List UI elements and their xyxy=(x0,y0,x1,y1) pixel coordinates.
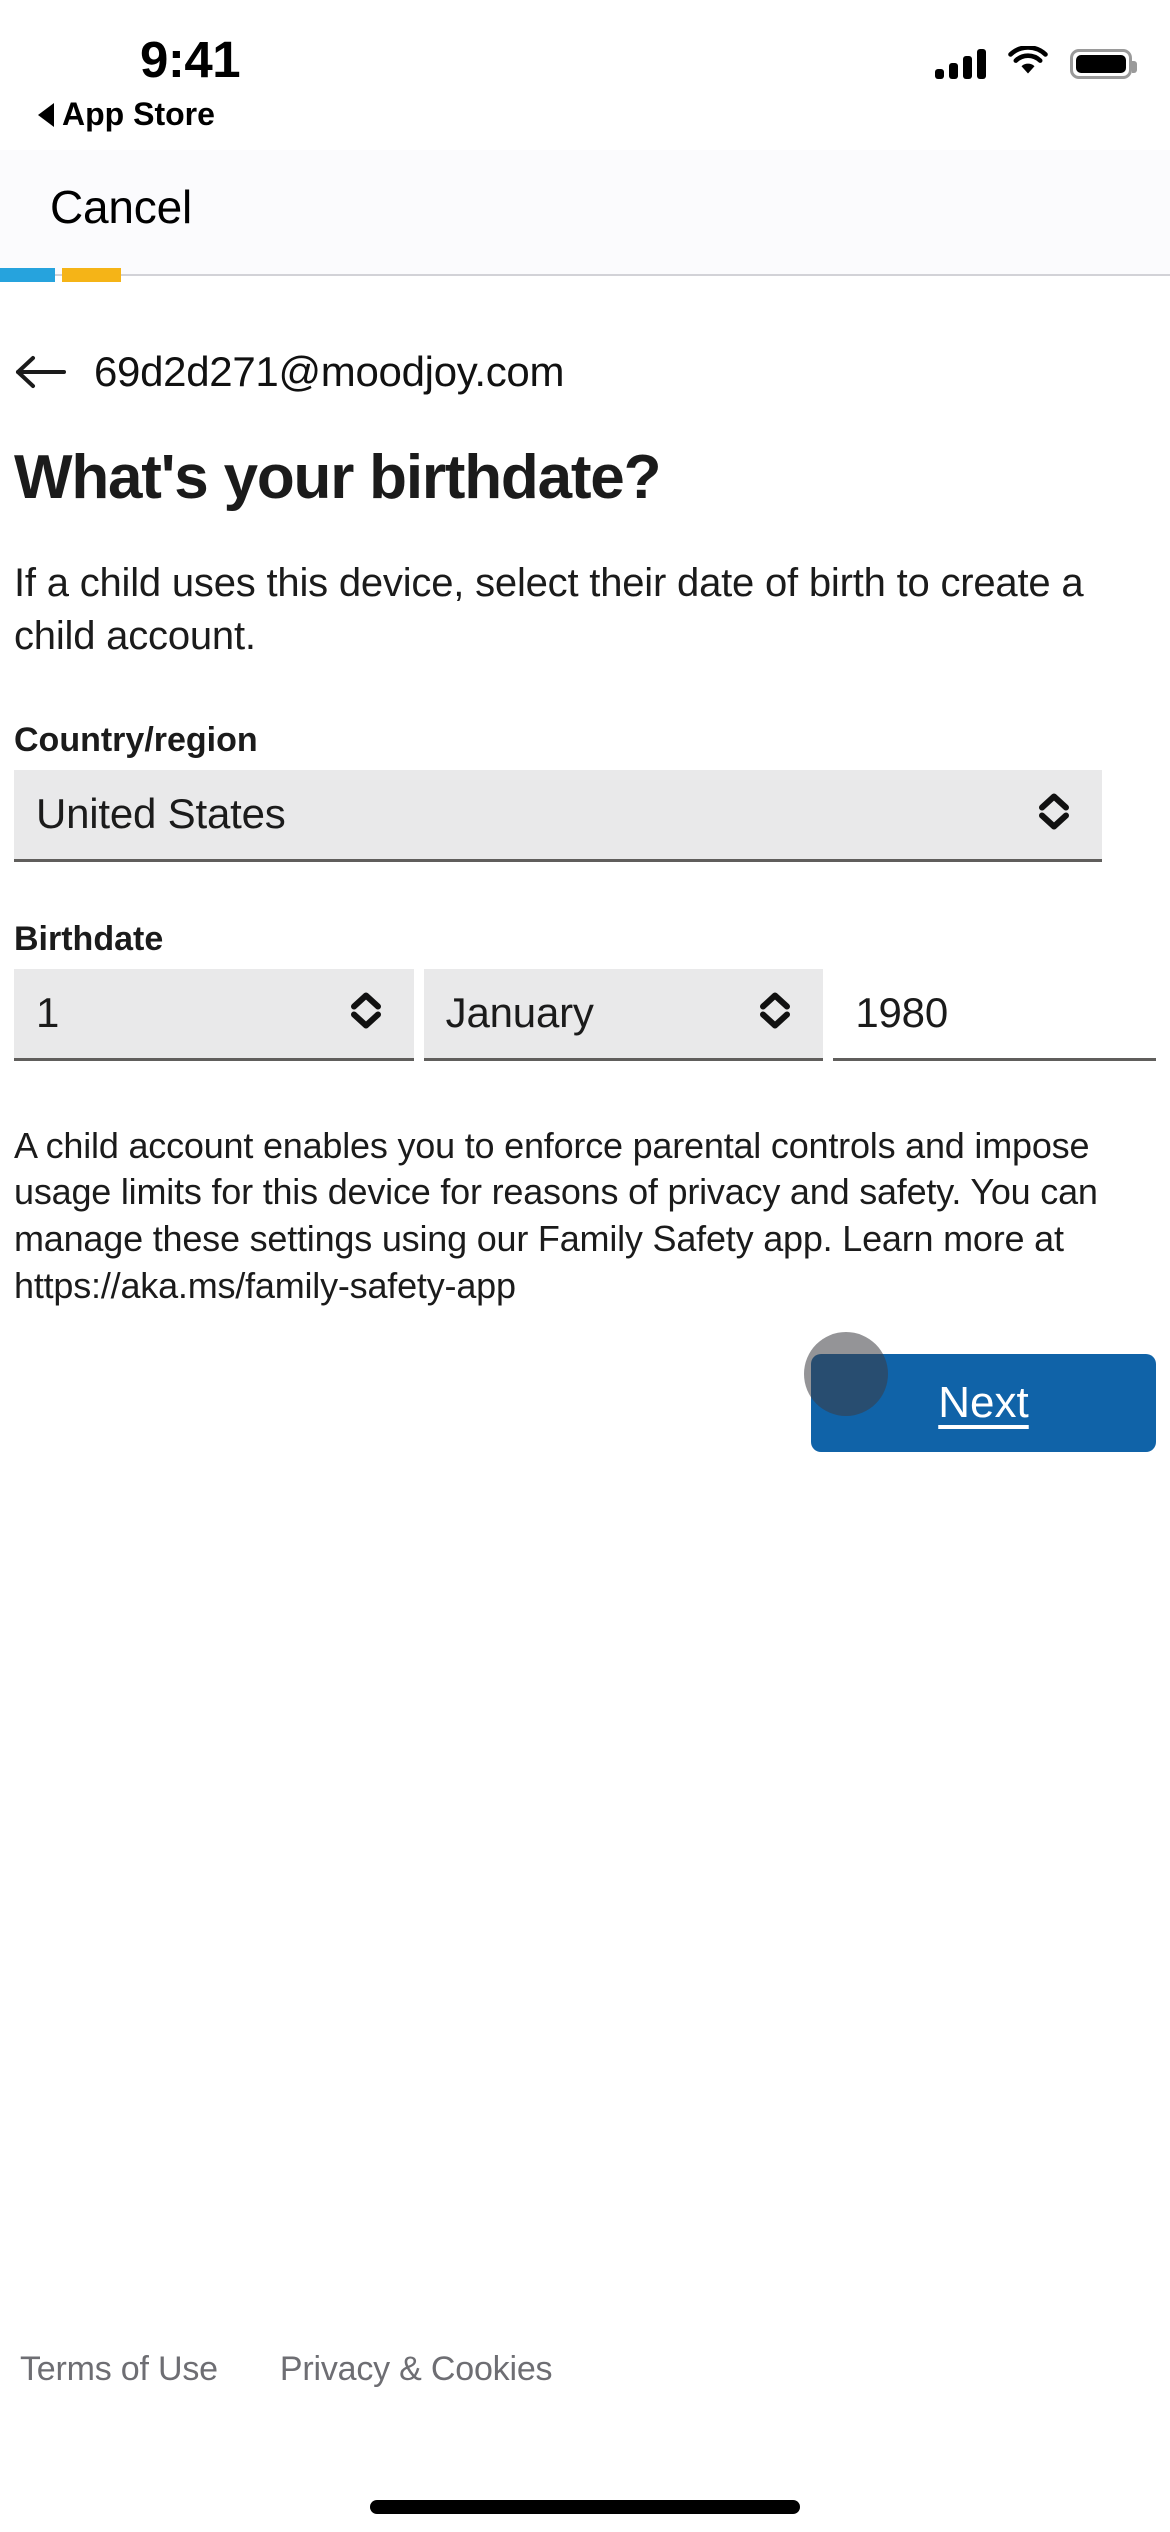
birthdate-month-value: January xyxy=(445,989,594,1037)
birthdate-label: Birthdate xyxy=(14,919,164,958)
birthdate-day-value: 1 xyxy=(36,989,60,1037)
child-account-disclaimer: A child account enables you to enforce p… xyxy=(14,1124,1098,1306)
home-indicator[interactable] xyxy=(370,2500,800,2514)
country-region-value: United States xyxy=(36,790,286,838)
birthdate-year-value: 1980 xyxy=(855,989,948,1037)
country-region-field: United States xyxy=(0,769,1156,862)
cancel-button[interactable]: Cancel xyxy=(50,180,192,234)
status-bar-time: 9:41 xyxy=(140,31,241,88)
birthdate-month-field: January xyxy=(423,968,824,1061)
back-to-app-store-button[interactable]: App Store xyxy=(38,96,215,133)
birthdate-month-select[interactable]: January xyxy=(423,968,824,1061)
phone-screen: 9:41 App Store Cancel 69d2d271@moodjoy.c… xyxy=(0,0,1170,2532)
birthdate-year-field: 1980 xyxy=(833,969,1157,1061)
nav-bar: Cancel xyxy=(0,150,1170,274)
next-button[interactable]: Next xyxy=(811,1353,1156,1452)
next-button-row: Next xyxy=(14,1331,1156,1452)
footer-links: Terms of Use Privacy & Cookies xyxy=(0,2350,1170,2389)
page-description: If a child uses this device, select thei… xyxy=(14,561,1084,658)
next-button-label: Next xyxy=(938,1377,1029,1427)
chevron-up-down-icon xyxy=(1032,788,1076,841)
page-title: What's your birthdate? xyxy=(14,443,661,512)
account-header: 69d2d271@moodjoy.com xyxy=(0,348,1170,396)
country-region-select[interactable]: United States xyxy=(14,769,1102,862)
account-email: 69d2d271@moodjoy.com xyxy=(94,348,565,395)
country-region-label: Country/region xyxy=(14,720,258,759)
birthdate-day-field: 1 xyxy=(14,968,414,1061)
status-bar: 9:41 App Store xyxy=(0,0,1170,150)
birthdate-day-select[interactable]: 1 xyxy=(14,968,414,1061)
chevron-up-down-icon xyxy=(344,987,388,1040)
status-bar-indicators xyxy=(935,45,1137,81)
main-content: 69d2d271@moodjoy.com What's your birthda… xyxy=(0,276,1170,1452)
back-triangle-icon xyxy=(38,102,54,127)
cellular-signal-icon xyxy=(935,48,986,79)
birthdate-field-group: 1 January 1980 xyxy=(0,968,1157,1061)
privacy-cookies-link[interactable]: Privacy & Cookies xyxy=(280,2350,553,2389)
back-to-app-store-label: App Store xyxy=(62,96,215,132)
terms-of-use-link[interactable]: Terms of Use xyxy=(20,2350,218,2389)
birthdate-year-input[interactable]: 1980 xyxy=(833,969,1157,1061)
arrow-left-icon[interactable] xyxy=(14,350,70,394)
chevron-up-down-icon xyxy=(753,987,797,1040)
battery-icon xyxy=(1070,48,1137,79)
wifi-icon xyxy=(1008,45,1048,81)
